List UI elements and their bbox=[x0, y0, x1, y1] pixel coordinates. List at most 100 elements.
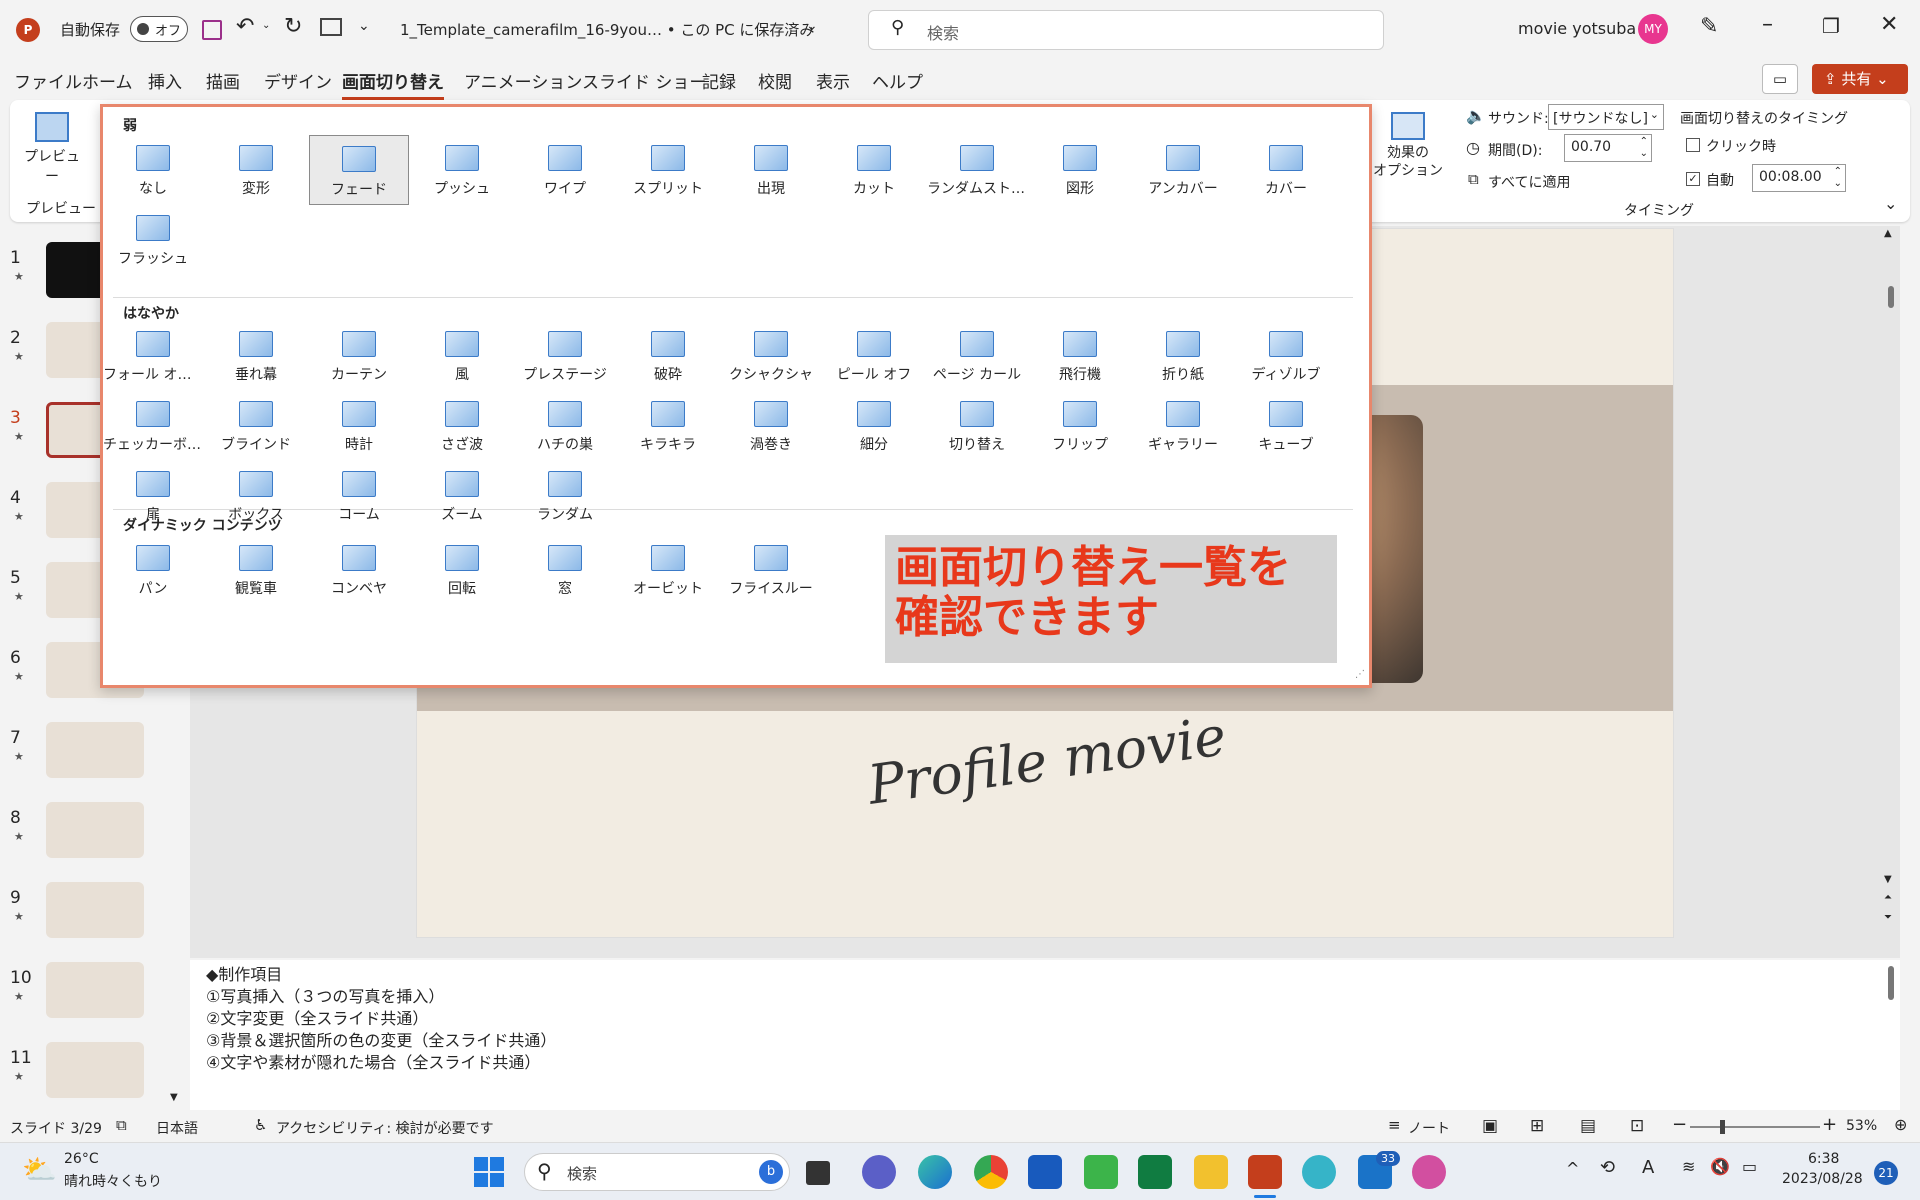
tab-help[interactable]: ヘルプ bbox=[872, 68, 923, 93]
transition-option[interactable]: ギャラリー bbox=[1133, 391, 1233, 461]
character-app-icon[interactable] bbox=[1412, 1155, 1446, 1189]
transition-option[interactable]: カーテン bbox=[309, 321, 409, 391]
sync-icon[interactable]: ⟲ bbox=[1600, 1157, 1615, 1178]
accessibility-status[interactable]: アクセシビリティ: 検討が必要です bbox=[276, 1118, 494, 1138]
scroll-down-icon[interactable]: ▼ bbox=[170, 1092, 178, 1103]
apply-all-button[interactable]: すべてに適用 bbox=[1488, 172, 1570, 192]
user-name[interactable]: movie yotsuba bbox=[1518, 19, 1636, 38]
transition-option[interactable]: フォール オー... bbox=[103, 321, 203, 391]
customize-qat-icon[interactable]: ⌄ bbox=[358, 18, 370, 34]
tab-animations[interactable]: アニメーション bbox=[464, 68, 582, 93]
tab-design[interactable]: デザイン bbox=[264, 68, 332, 93]
reading-view-icon[interactable]: ▤ bbox=[1580, 1116, 1596, 1136]
file-explorer-icon[interactable] bbox=[1194, 1155, 1228, 1189]
transition-option[interactable]: ランダムストラ... bbox=[927, 135, 1027, 205]
tab-review[interactable]: 校閲 bbox=[758, 68, 792, 93]
slide-thumbnail[interactable] bbox=[46, 722, 144, 778]
transition-option[interactable]: ズーム bbox=[412, 461, 512, 531]
transition-option[interactable]: パン bbox=[103, 535, 203, 605]
avatar[interactable]: MY bbox=[1638, 14, 1668, 44]
transition-option[interactable]: キューブ bbox=[1236, 391, 1336, 461]
transition-option[interactable]: ディゾルブ bbox=[1236, 321, 1336, 391]
taskbar-search[interactable]: ⚲ 検索 b bbox=[524, 1153, 790, 1191]
sound-select[interactable]: [サウンドなし] ⌄ bbox=[1548, 104, 1664, 130]
transition-option[interactable]: 切り替え bbox=[927, 391, 1027, 461]
edge-icon[interactable] bbox=[918, 1155, 952, 1189]
transition-option[interactable]: 出現 bbox=[721, 135, 821, 205]
slideshow-icon[interactable] bbox=[320, 18, 342, 36]
transition-option[interactable]: オービット bbox=[618, 535, 718, 605]
resize-grip-icon[interactable]: ⋰ bbox=[1355, 669, 1365, 680]
tab-insert[interactable]: 挿入 bbox=[148, 68, 182, 93]
transition-option[interactable]: スプリット bbox=[618, 135, 718, 205]
ime-icon[interactable]: A bbox=[1642, 1157, 1654, 1178]
battery-icon[interactable]: ▭ bbox=[1742, 1157, 1757, 1176]
auto-time-input[interactable]: 00:08.00 ⌃ ⌄ bbox=[1752, 164, 1846, 192]
spinner-icon[interactable]: ⌃ ⌄ bbox=[1640, 136, 1648, 160]
notes-scrollbar[interactable] bbox=[1888, 966, 1894, 1000]
fit-slide-icon[interactable]: ⊕ bbox=[1894, 1115, 1907, 1134]
word-alt-icon[interactable] bbox=[1084, 1155, 1118, 1189]
designer-icon[interactable]: ✎ bbox=[1700, 14, 1718, 39]
transition-option[interactable]: カット bbox=[824, 135, 924, 205]
tab-file[interactable]: ファイル bbox=[14, 68, 82, 93]
language-status[interactable]: 日本語 bbox=[156, 1118, 198, 1138]
transition-option[interactable]: フェード bbox=[309, 135, 409, 205]
transition-option[interactable]: キラキラ bbox=[618, 391, 718, 461]
word-icon[interactable] bbox=[1028, 1155, 1062, 1189]
scroll-up-icon[interactable]: ▲ bbox=[1884, 228, 1892, 239]
scroll-down-icon[interactable]: ▼ bbox=[1884, 874, 1892, 885]
notes-button[interactable]: ノート bbox=[1408, 1118, 1450, 1138]
zoom-slider-thumb[interactable] bbox=[1720, 1120, 1725, 1134]
zoom-level[interactable]: 53% bbox=[1846, 1118, 1877, 1134]
tab-home[interactable]: ホーム bbox=[82, 68, 133, 93]
weather-temp[interactable]: 26°C bbox=[64, 1151, 99, 1167]
transition-option[interactable]: ブラインド bbox=[206, 391, 306, 461]
transition-option[interactable]: さざ波 bbox=[412, 391, 512, 461]
transition-option[interactable]: ピール オフ bbox=[824, 321, 924, 391]
transition-option[interactable]: クシャクシャ bbox=[721, 321, 821, 391]
wifi-icon[interactable]: ≋ bbox=[1682, 1157, 1695, 1176]
transition-option[interactable]: 風 bbox=[412, 321, 512, 391]
transition-option[interactable]: 細分 bbox=[824, 391, 924, 461]
powerpoint-taskbar-icon[interactable] bbox=[1248, 1155, 1282, 1189]
slide-thumbnail[interactable] bbox=[46, 962, 144, 1018]
preview-button[interactable]: プレビュー bbox=[20, 106, 84, 185]
transition-option[interactable]: 観覧車 bbox=[206, 535, 306, 605]
chevron-down-icon[interactable]: ⌄ bbox=[806, 18, 818, 34]
excel-icon[interactable] bbox=[1138, 1155, 1172, 1189]
chrome-icon[interactable] bbox=[974, 1155, 1008, 1189]
effect-options-button[interactable]: 効果の オプション bbox=[1368, 108, 1448, 188]
transition-option[interactable]: 時計 bbox=[309, 391, 409, 461]
transition-option[interactable]: 破砕 bbox=[618, 321, 718, 391]
comments-button[interactable]: ▭ bbox=[1762, 64, 1798, 94]
volume-muted-icon[interactable]: 🔇 bbox=[1710, 1157, 1730, 1176]
save-icon[interactable] bbox=[202, 20, 222, 40]
transition-option[interactable]: コーム bbox=[309, 461, 409, 531]
transition-option[interactable]: 図形 bbox=[1030, 135, 1130, 205]
file-name[interactable]: 1_Template_camerafilm_16-9you… • この PC に… bbox=[400, 19, 814, 40]
spinner-icon[interactable]: ⌃ ⌄ bbox=[1834, 166, 1842, 190]
slideshow-view-icon[interactable]: ⊡ bbox=[1630, 1116, 1644, 1136]
share-button[interactable]: ⇪ 共有 ⌄ bbox=[1812, 64, 1908, 94]
notes-pane[interactable]: ◆制作項目 ①写真挿入（３つの写真を挿入） ②文字変更（全スライド共通） ③背景＆選択… bbox=[190, 960, 1900, 1110]
transition-option[interactable]: コンベヤ bbox=[309, 535, 409, 605]
tab-draw[interactable]: 描画 bbox=[206, 68, 240, 93]
search-input[interactable]: ⚲ 検索 bbox=[868, 10, 1384, 50]
transition-option[interactable]: 飛行機 bbox=[1030, 321, 1130, 391]
clock-date[interactable]: 2023/08/28 bbox=[1782, 1171, 1863, 1187]
slide-thumbnail[interactable] bbox=[46, 802, 144, 858]
ribbon-collapse-icon[interactable]: ⌄ bbox=[1884, 194, 1897, 213]
teams-chat-icon[interactable] bbox=[862, 1155, 896, 1189]
slide-thumbnail[interactable] bbox=[46, 1042, 144, 1098]
transition-option[interactable]: カバー bbox=[1236, 135, 1336, 205]
chevron-up-icon[interactable]: ^ bbox=[1566, 1159, 1579, 1178]
minimize-icon[interactable]: – bbox=[1762, 12, 1773, 37]
weather-desc[interactable]: 晴れ時々くもり bbox=[64, 1171, 162, 1191]
tab-record[interactable]: 記録 bbox=[702, 68, 736, 93]
transition-option[interactable]: フラッシュ bbox=[103, 205, 203, 275]
transition-option[interactable]: ランダム bbox=[515, 461, 615, 531]
task-view-icon[interactable] bbox=[806, 1161, 830, 1185]
duration-input[interactable]: 00.70 ⌃ ⌄ bbox=[1564, 134, 1652, 162]
tab-view[interactable]: 表示 bbox=[816, 68, 850, 93]
